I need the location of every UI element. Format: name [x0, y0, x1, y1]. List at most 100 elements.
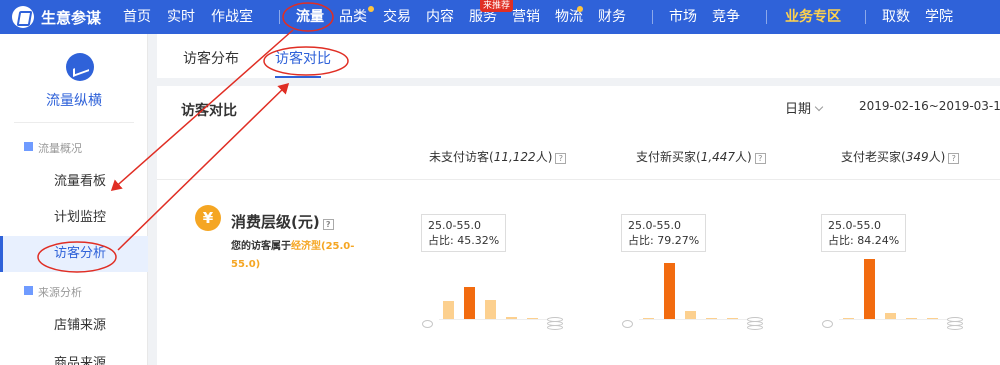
- nav-separator: [865, 10, 866, 24]
- date-dropdown[interactable]: 日期: [785, 98, 824, 117]
- sidebar-section-label: 流量概况: [38, 142, 82, 155]
- nav-item-trade[interactable]: 交易: [383, 0, 411, 34]
- chart-bar: [727, 318, 738, 319]
- sidebar: 流量纵横 流量概况 流量看板 计划监控 访客分析 来源分析 店铺来源 商品来源: [0, 34, 148, 365]
- column-header-new-buyers: 支付新买家(1,447人)?: [636, 148, 766, 165]
- chart-bar: [843, 318, 854, 319]
- tab-bar: 访客分布 访客对比: [157, 34, 1000, 78]
- chart-bar: [464, 286, 475, 319]
- sidebar-item-visitor-analysis[interactable]: 访客分析: [0, 236, 148, 272]
- chart-bar: [643, 318, 654, 319]
- nav-item-finance[interactable]: 财务: [598, 0, 626, 34]
- metric-title-label: 消费层级(元): [231, 213, 320, 231]
- nav-separator: [652, 10, 653, 24]
- header-divider: [157, 179, 1000, 180]
- column-count: 11,122: [493, 150, 536, 164]
- panel-title: 访客对比: [181, 103, 237, 119]
- sidebar-title: 流量纵横: [46, 93, 102, 109]
- new-dot-icon: [577, 6, 583, 12]
- nav-item-market[interactable]: 市场: [669, 0, 697, 34]
- column-label: 未支付访客(: [429, 150, 494, 164]
- column-count: 349: [905, 150, 929, 164]
- sidebar-item-plan-monitor[interactable]: 计划监控: [0, 200, 148, 236]
- chart-tooltip: 25.0-55.0 占比: 45.32%: [421, 214, 507, 252]
- chart-unpaid: 25.0-55.0 占比: 45.32%: [419, 204, 569, 334]
- chart-bar: [685, 311, 696, 319]
- brand-label: 生意参谋: [41, 8, 102, 27]
- date-dropdown-label: 日期: [785, 102, 812, 117]
- tooltip-share: 占比: 45.32%: [428, 234, 500, 247]
- visitor-compare-panel: 访客对比 日期 2019-02-16~2019-03-17 未支付访客(11,1…: [157, 86, 1000, 365]
- sidebar-section-label: 来源分析: [38, 286, 82, 299]
- column-header-old-buyers: 支付老买家(349人)?: [841, 148, 960, 165]
- metric-title: 消费层级(元)?: [231, 211, 334, 232]
- sidebar-divider: [14, 122, 134, 123]
- nav-item-academy[interactable]: 学院: [925, 0, 953, 34]
- coin-stack-icon: [547, 317, 563, 331]
- column-count: 1,447: [700, 150, 736, 164]
- column-unit: 人): [735, 150, 752, 164]
- sidebar-section-overview: 流量概况: [24, 140, 82, 156]
- column-header-unpaid: 未支付访客(11,122人)?: [429, 148, 567, 165]
- chart-bar: [527, 318, 538, 319]
- coin-icon: [822, 320, 833, 328]
- nav-item-data-fetch[interactable]: 取数: [882, 0, 910, 34]
- sidebar-item-product-source[interactable]: 商品来源: [0, 346, 148, 365]
- yen-icon: ¥: [195, 205, 221, 231]
- nav-item-content[interactable]: 内容: [426, 0, 454, 34]
- nav-item-realtime[interactable]: 实时: [167, 0, 195, 34]
- help-icon[interactable]: ?: [322, 219, 334, 230]
- help-icon[interactable]: ?: [948, 153, 960, 164]
- tooltip-range: 25.0-55.0: [828, 219, 881, 232]
- chart-bar: [864, 259, 875, 319]
- nav-item-home[interactable]: 首页: [123, 0, 151, 34]
- tab-visitor-distribution[interactable]: 访客分布: [183, 48, 239, 68]
- chart-tooltip: 25.0-55.0 占比: 84.24%: [821, 214, 907, 252]
- chevron-down-icon: [814, 102, 824, 112]
- tooltip-share: 占比: 79.27%: [628, 234, 700, 247]
- nav-item-war-room[interactable]: 作战室: [211, 0, 253, 34]
- tooltip-range: 25.0-55.0: [428, 219, 481, 232]
- chart-bar: [706, 318, 717, 319]
- chart-baseline: [639, 319, 753, 320]
- nav-item-compete[interactable]: 竞争: [712, 0, 740, 34]
- tooltip-share: 占比: 84.24%: [828, 234, 900, 247]
- column-unit: 人): [928, 150, 946, 164]
- metric-desc-prefix: 您的访客属于: [231, 241, 291, 252]
- brand[interactable]: 生意参谋: [12, 3, 101, 31]
- nav-item-business-zone[interactable]: 业务专区: [785, 0, 841, 34]
- traffic-chart-icon: [66, 53, 94, 81]
- chart-bar: [506, 316, 517, 319]
- top-nav: 生意参谋 首页 实时 作战室 流量 品类 交易 内容 服务 来推荐 营销 物流 …: [0, 0, 1000, 34]
- coin-icon: [622, 320, 633, 328]
- nav-item-category[interactable]: 品类: [339, 0, 367, 34]
- column-unit: 人): [535, 150, 553, 164]
- chart-bar: [885, 313, 896, 319]
- chart-bar: [485, 299, 496, 319]
- chart-old-buyers: 25.0-55.0 占比: 84.24%: [819, 204, 969, 334]
- help-icon[interactable]: ?: [754, 153, 766, 164]
- sidebar-item-traffic-board[interactable]: 流量看板: [0, 164, 148, 200]
- nav-separator: [279, 10, 280, 24]
- tab-visitor-compare[interactable]: 访客对比: [275, 48, 331, 68]
- tooltip-range: 25.0-55.0: [628, 219, 681, 232]
- chart-bar: [906, 318, 917, 319]
- nav-separator: [766, 10, 767, 24]
- hot-tag-badge: 来推荐: [480, 0, 514, 12]
- active-tab-indicator: [275, 76, 321, 78]
- coin-stack-icon: [947, 317, 963, 331]
- coin-icon: [422, 320, 433, 328]
- chart-tooltip: 25.0-55.0 占比: 79.27%: [621, 214, 707, 252]
- building-icon: [24, 142, 33, 151]
- nav-item-marketing[interactable]: 营销: [512, 0, 540, 34]
- chart-baseline: [839, 319, 953, 320]
- help-icon[interactable]: ?: [555, 153, 567, 164]
- building-icon: [24, 286, 33, 295]
- new-dot-icon: [368, 6, 374, 12]
- column-label: 支付老买家(: [841, 150, 906, 164]
- nav-item-traffic[interactable]: 流量: [296, 0, 324, 34]
- column-label: 支付新买家(: [636, 150, 701, 164]
- chart-new-buyers: 25.0-55.0 占比: 79.27%: [619, 204, 769, 334]
- sidebar-item-shop-source[interactable]: 店铺来源: [0, 308, 148, 344]
- chart-bar: [443, 301, 454, 319]
